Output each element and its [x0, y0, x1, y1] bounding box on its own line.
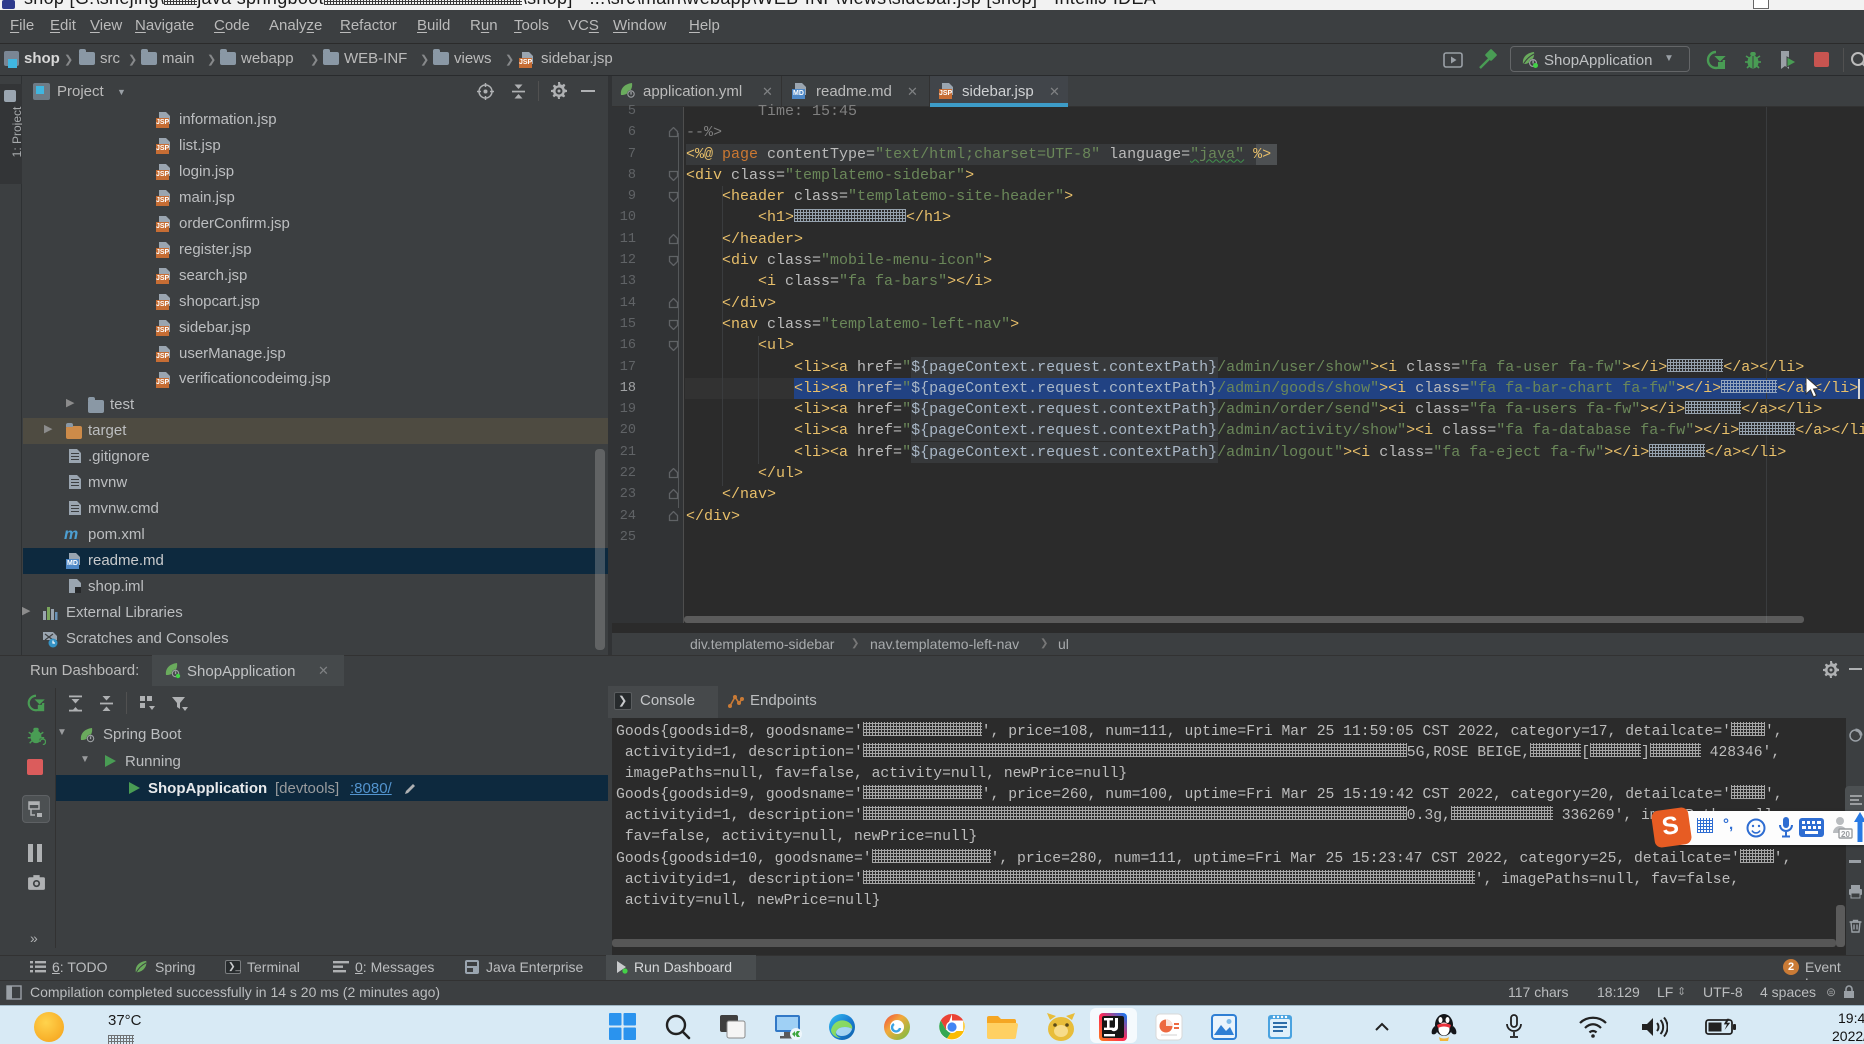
svg-text:20: 20	[1841, 830, 1850, 839]
